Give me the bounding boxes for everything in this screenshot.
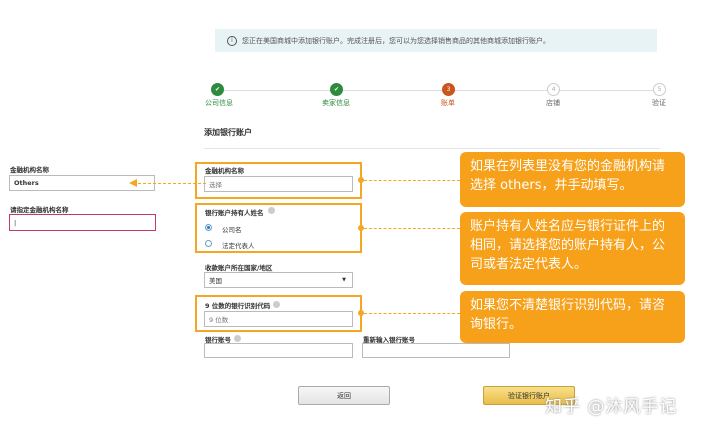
step-4-label: 店铺	[546, 99, 560, 107]
radio-company-label: 公司名	[222, 226, 242, 234]
callout-routing: 如果您不清楚银行识别代码，请咨询银行。	[460, 291, 685, 343]
holder-label: 银行账户持有人姓名	[205, 209, 264, 217]
routing-input[interactable]: 9 位数	[204, 311, 353, 327]
banner-text: 您正在美国商城中添加银行账户。完成注册后，您可以为您选择销售商品的其他商城添加银…	[242, 36, 550, 45]
info-banner: i 您正在美国商城中添加银行账户。完成注册后，您可以为您选择销售商品的其他商城添加…	[215, 29, 657, 52]
info-icon: i	[227, 35, 237, 46]
divider	[204, 148, 660, 149]
page-title: 添加银行账户	[204, 128, 252, 137]
step-1-label: 公司信息	[205, 99, 233, 107]
arrow-left-icon	[129, 179, 137, 187]
step-3-label: 账单	[441, 99, 455, 107]
country-value: 美国	[209, 277, 222, 285]
step-1-check-icon: ✔	[211, 83, 224, 96]
step-3-indicator: 3	[442, 83, 455, 96]
dropdown-icon: ▼	[342, 277, 346, 283]
side-specify-label: 请指定金融机构名称	[10, 206, 69, 214]
connector-arrow	[138, 183, 206, 184]
radio-legal-rep[interactable]	[205, 240, 212, 247]
callout-holder: 账户持有人姓名应与银行证件上的相同，请选择您的账户持有人，公司或者法定代表人。	[460, 212, 685, 285]
help-icon[interactable]	[268, 207, 275, 214]
routing-label: 9 位数的银行识别代码	[205, 302, 271, 310]
step-5-label: 验证	[652, 99, 666, 107]
account-confirm-input[interactable]	[362, 343, 510, 358]
side-institution-label: 金融机构名称	[10, 166, 49, 174]
callout-institution: 如果在列表里没有您的金融机构请选择 others，并手动填写。	[460, 152, 685, 207]
radio-company[interactable]	[205, 224, 212, 231]
radio-legal-rep-label: 法定代表人	[222, 242, 255, 250]
back-button[interactable]: 返回	[298, 386, 390, 405]
progress-line	[217, 90, 660, 91]
connector-line	[364, 180, 460, 181]
side-specify-input[interactable]: |	[9, 214, 156, 231]
help-icon[interactable]	[234, 335, 241, 342]
connector-line	[364, 313, 460, 314]
watermark: 知乎 @沐风手记	[545, 397, 678, 417]
country-select[interactable]: 美国 ▼	[204, 272, 353, 288]
country-label: 收款账户所在国家/地区	[205, 264, 273, 272]
account-input[interactable]	[204, 343, 353, 358]
connector-line	[364, 228, 460, 229]
step-5-indicator: 5	[653, 83, 666, 96]
institution-select[interactable]: 选择	[204, 176, 353, 192]
step-2-check-icon: ✔	[330, 83, 343, 96]
help-icon[interactable]	[273, 301, 280, 308]
step-2-label: 卖家信息	[322, 99, 350, 107]
institution-label: 金融机构名称	[205, 167, 244, 175]
step-4-indicator: 4	[547, 83, 560, 96]
